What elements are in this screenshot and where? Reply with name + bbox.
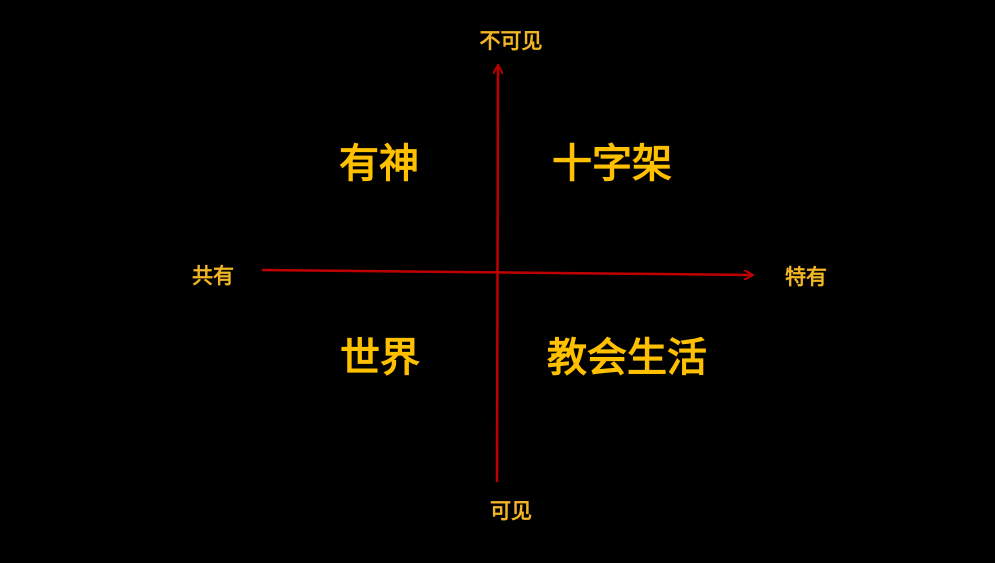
horizontal-axis — [261, 268, 752, 275]
quadrant-top-right: 十字架 — [552, 141, 672, 187]
quadrant-top-left: 有神 — [339, 141, 419, 187]
axes-diagram — [261, 0, 995, 483]
vertical-axis — [497, 66, 498, 483]
axis-label-left: 共有 — [192, 264, 234, 288]
axis-label-right: 特有 — [785, 265, 827, 289]
quadrant-bottom-right: 教会生活 — [547, 335, 707, 381]
axis-label-bottom: 可见 — [490, 499, 532, 523]
quadrant-bottom-left: 世界 — [340, 335, 420, 381]
axis-label-top: 不可见 — [479, 29, 543, 53]
